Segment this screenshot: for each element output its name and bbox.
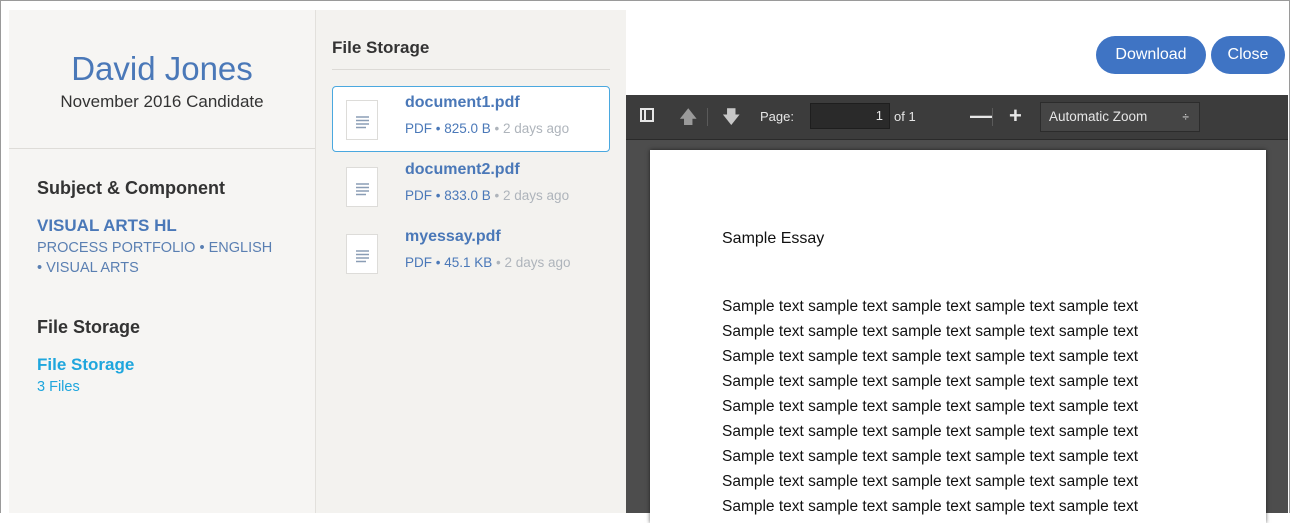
document-body: Sample text sample text sample text samp… — [722, 294, 1138, 519]
next-page-icon[interactable]: 🡇 — [722, 105, 741, 135]
file-size: PDF • 45.1 KB — [405, 255, 493, 270]
toolbar-divider — [992, 108, 993, 126]
document-line: Sample text sample text sample text samp… — [722, 498, 1139, 515]
file-storage-heading: File Storage — [37, 317, 141, 337]
document-line: Sample text sample text sample text samp… — [722, 348, 1139, 365]
file-age: • 2 days ago — [496, 255, 571, 270]
sidebar-toggle-icon[interactable] — [640, 108, 654, 122]
subject-heading: Subject & Component — [37, 178, 225, 198]
document-icon — [346, 167, 378, 207]
previous-page-icon[interactable]: 🡅 — [679, 105, 698, 135]
document-line: Sample text sample text sample text samp… — [722, 473, 1139, 490]
file-meta: PDF • 45.1 KB • 2 days ago — [405, 255, 571, 270]
document-line: Sample text sample text sample text samp… — [722, 323, 1139, 340]
candidate-session: November 2016 Candidate — [60, 92, 264, 111]
pdf-page: Sample Essay Sample text sample text sam… — [650, 150, 1266, 523]
toolbar-divider — [707, 108, 708, 126]
file-size: PDF • 833.0 B — [405, 188, 491, 203]
zoom-select[interactable]: Automatic Zoom ÷ — [1040, 102, 1200, 132]
file-list-heading: File Storage — [332, 38, 430, 57]
file-list-panel: File Storage document1.pdf PDF • 825.0 B… — [316, 10, 626, 513]
document-line: Sample text sample text sample text samp… — [722, 448, 1139, 465]
document-icon — [346, 100, 378, 140]
file-item-document2[interactable]: document2.pdf PDF • 833.0 B • 2 days ago — [332, 153, 610, 219]
page-number-input[interactable]: 1 — [810, 103, 890, 129]
file-meta: PDF • 825.0 B • 2 days ago — [405, 121, 569, 136]
file-age: • 2 days ago — [494, 188, 570, 203]
file-count: 3 Files — [37, 379, 80, 395]
file-item-myessay[interactable]: myessay.pdf PDF • 45.1 KB • 2 days ago — [332, 220, 610, 286]
candidate-header: David Jones November 2016 Candidate — [9, 10, 315, 149]
document-line: Sample text sample text sample text samp… — [722, 373, 1139, 390]
document-line: Sample text sample text sample text samp… — [722, 298, 1139, 315]
file-name: myessay.pdf — [405, 228, 501, 245]
page-count: of 1 — [894, 109, 916, 124]
pdf-toolbar: 🡅 🡇 Page: 1 of 1 — + Automatic Zoom ÷ — [626, 95, 1288, 140]
document-line: Sample text sample text sample text samp… — [722, 398, 1139, 415]
file-storage-link[interactable]: File Storage — [37, 355, 134, 375]
file-item-document1[interactable]: document1.pdf PDF • 825.0 B • 2 days ago — [332, 86, 610, 152]
subject-name[interactable]: VISUAL ARTS HL — [37, 216, 177, 236]
page-label: Page: — [760, 109, 794, 124]
document-title: Sample Essay — [722, 230, 825, 247]
file-name: document2.pdf — [405, 161, 520, 178]
viewer-header: Download Close — [626, 10, 1288, 95]
divider — [332, 69, 610, 70]
zoom-out-icon[interactable]: — — [970, 103, 992, 129]
zoom-value: Automatic Zoom — [1049, 109, 1148, 124]
candidate-name: David Jones — [71, 50, 253, 87]
pdf-canvas-area[interactable]: Sample Essay Sample text sample text sam… — [626, 140, 1288, 523]
document-icon — [346, 234, 378, 274]
subject-detail: PROCESS PORTFOLIO • ENGLISH • VISUAL ART… — [37, 240, 273, 276]
zoom-in-icon[interactable]: + — [1009, 103, 1022, 129]
file-size: PDF • 825.0 B — [405, 121, 491, 136]
select-caret-icon: ÷ — [1182, 110, 1189, 124]
candidate-panel: David Jones November 2016 Candidate Subj… — [9, 10, 316, 513]
download-button[interactable]: Download — [1096, 36, 1206, 74]
file-meta: PDF • 833.0 B • 2 days ago — [405, 188, 569, 203]
file-age: • 2 days ago — [494, 121, 570, 136]
close-button[interactable]: Close — [1211, 36, 1285, 74]
file-name: document1.pdf — [405, 94, 520, 111]
document-line: Sample text sample text sample text samp… — [722, 423, 1139, 440]
